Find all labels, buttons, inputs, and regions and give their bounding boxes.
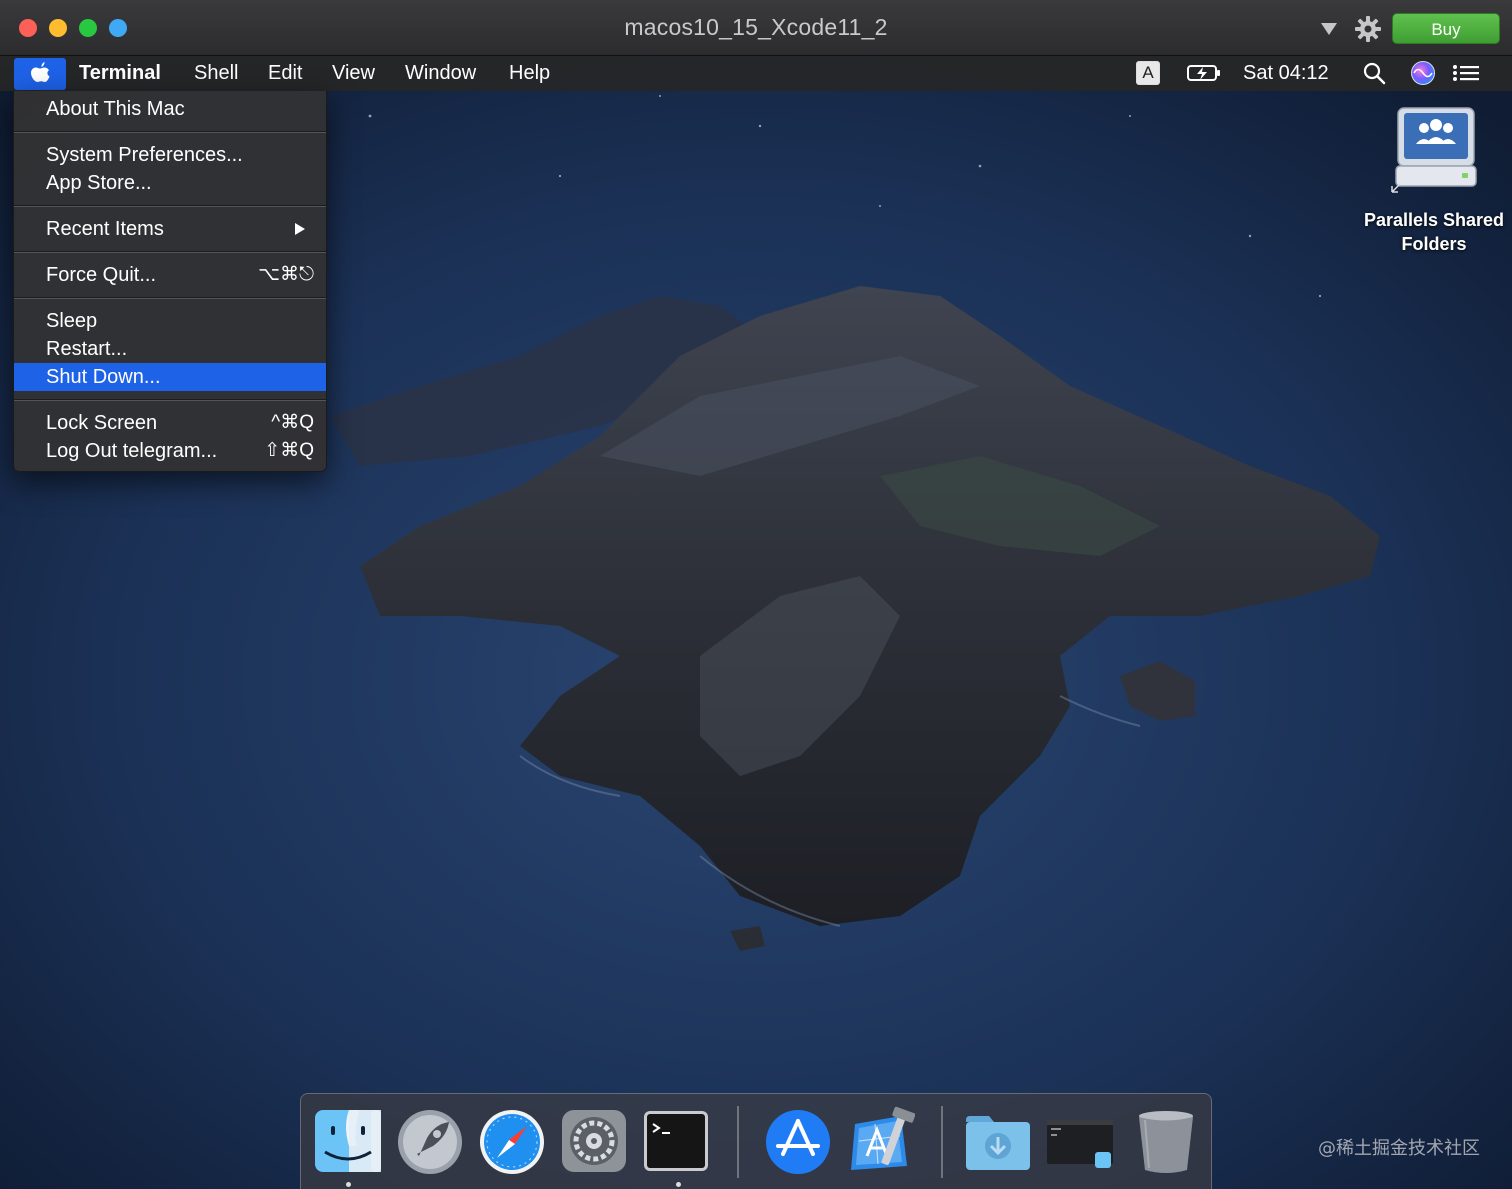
spotlight-search-icon[interactable] [1362,60,1386,86]
running-indicator-finder [346,1182,351,1187]
menu-item-log-out[interactable]: Log Out telegram... ⇧⌘Q [14,437,326,465]
notification-center-icon[interactable] [1452,60,1480,86]
menubar-shell[interactable]: Shell [194,62,238,85]
menu-item-app-store[interactable]: App Store... [14,169,326,197]
menu-item-label: Sleep [46,310,98,332]
menu-item-label: Restart... [46,338,128,360]
shared-folder-label-line2: Folders [1401,234,1467,254]
menu-item-label: Lock Screen [46,412,158,434]
safari-icon[interactable] [477,1106,547,1176]
menu-separator [14,131,326,133]
battery-charging-icon[interactable] [1186,60,1222,86]
menu-item-label: System Preferences... [46,144,243,166]
buy-button[interactable]: Buy [1392,13,1500,44]
menubar-edit[interactable]: Edit [268,62,302,85]
shared-folder-label-line1: Parallels Shared [1363,210,1505,230]
menu-item-label: App Store... [46,172,152,194]
menu-item-shortcut: ⌥⌘⎋ [258,264,314,285]
dock-divider [941,1106,943,1178]
menu-separator [14,399,326,401]
dock-divider [737,1106,739,1178]
dropdown-triangle-icon[interactable] [1320,22,1338,36]
apple-logo-icon [31,62,50,82]
recent-window-icon[interactable] [1045,1106,1115,1176]
menu-separator [14,251,326,253]
watermark: @稀土掘金技术社区 [1318,1138,1480,1159]
window-title: macos10_15_Xcode11_2 [624,14,888,40]
menubar-window[interactable]: Window [405,62,476,85]
menubar-view[interactable]: View [332,62,375,85]
menu-separator [14,297,326,299]
menu-item-label: Shut Down... [46,366,161,388]
menu-item-force-quit[interactable]: Force Quit... ⌥⌘⎋ [14,261,326,289]
menu-item-restart[interactable]: Restart... [14,335,326,363]
siri-icon[interactable] [1410,60,1436,86]
menu-item-label: Log Out telegram... [46,440,218,462]
menu-item-system-preferences[interactable]: System Preferences... [14,141,326,169]
gear-icon[interactable] [1354,15,1382,43]
menu-item-shortcut: ⇧⌘Q [264,440,314,461]
app-store-icon[interactable] [763,1106,833,1176]
menu-item-lock-screen[interactable]: Lock Screen ^⌘Q [14,409,326,437]
input-source-indicator[interactable]: A [1136,61,1160,85]
trash-icon[interactable] [1131,1106,1201,1176]
shared-folder-label[interactable]: Parallels Shared Folders [1356,208,1512,256]
menu-separator [14,205,326,207]
finder-icon[interactable] [313,1106,383,1176]
running-indicator-terminal [676,1182,681,1187]
menu-item-recent-items[interactable]: Recent Items [14,215,326,243]
menubar-clock[interactable]: Sat 04:12 [1243,62,1329,85]
menubar-terminal[interactable]: Terminal [79,62,161,85]
dock [300,1093,1212,1189]
terminal-icon[interactable] [641,1106,711,1176]
submenu-arrow-icon [295,223,305,235]
downloads-folder-icon[interactable] [963,1106,1033,1176]
xcode-icon[interactable] [845,1106,915,1176]
menu-item-shut-down[interactable]: Shut Down... [14,363,326,391]
menubar-help[interactable]: Help [509,62,550,85]
shared-drive-icon[interactable] [1390,104,1480,200]
apple-menu-button[interactable] [14,58,66,90]
menu-item-sleep[interactable]: Sleep [14,307,326,335]
menu-item-shortcut: ^⌘Q [271,412,314,433]
menu-item-about-this-mac[interactable]: About This Mac [14,95,326,123]
menu-bar: Terminal Shell Edit View Window Help A S… [0,56,1512,91]
menu-item-label: Recent Items [46,218,164,240]
menu-item-label: About This Mac [46,98,185,120]
system-preferences-icon[interactable] [559,1106,629,1176]
launchpad-icon[interactable] [395,1106,465,1176]
window-titlebar: macos10_15_Xcode11_2 Buy [0,0,1512,56]
apple-menu-dropdown: About This Mac System Preferences... App… [13,91,327,472]
menu-item-label: Force Quit... [46,264,157,286]
